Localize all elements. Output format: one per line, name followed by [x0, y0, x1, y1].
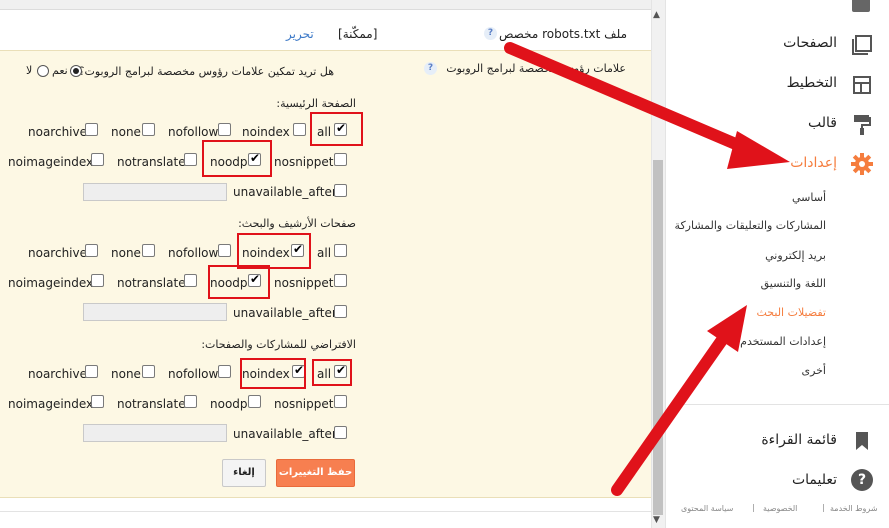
arrow-to-search-preferences [611, 334, 728, 496]
arrow-to-settings [504, 42, 751, 154]
arrow-head [727, 131, 790, 169]
annotation-arrows [504, 42, 790, 496]
